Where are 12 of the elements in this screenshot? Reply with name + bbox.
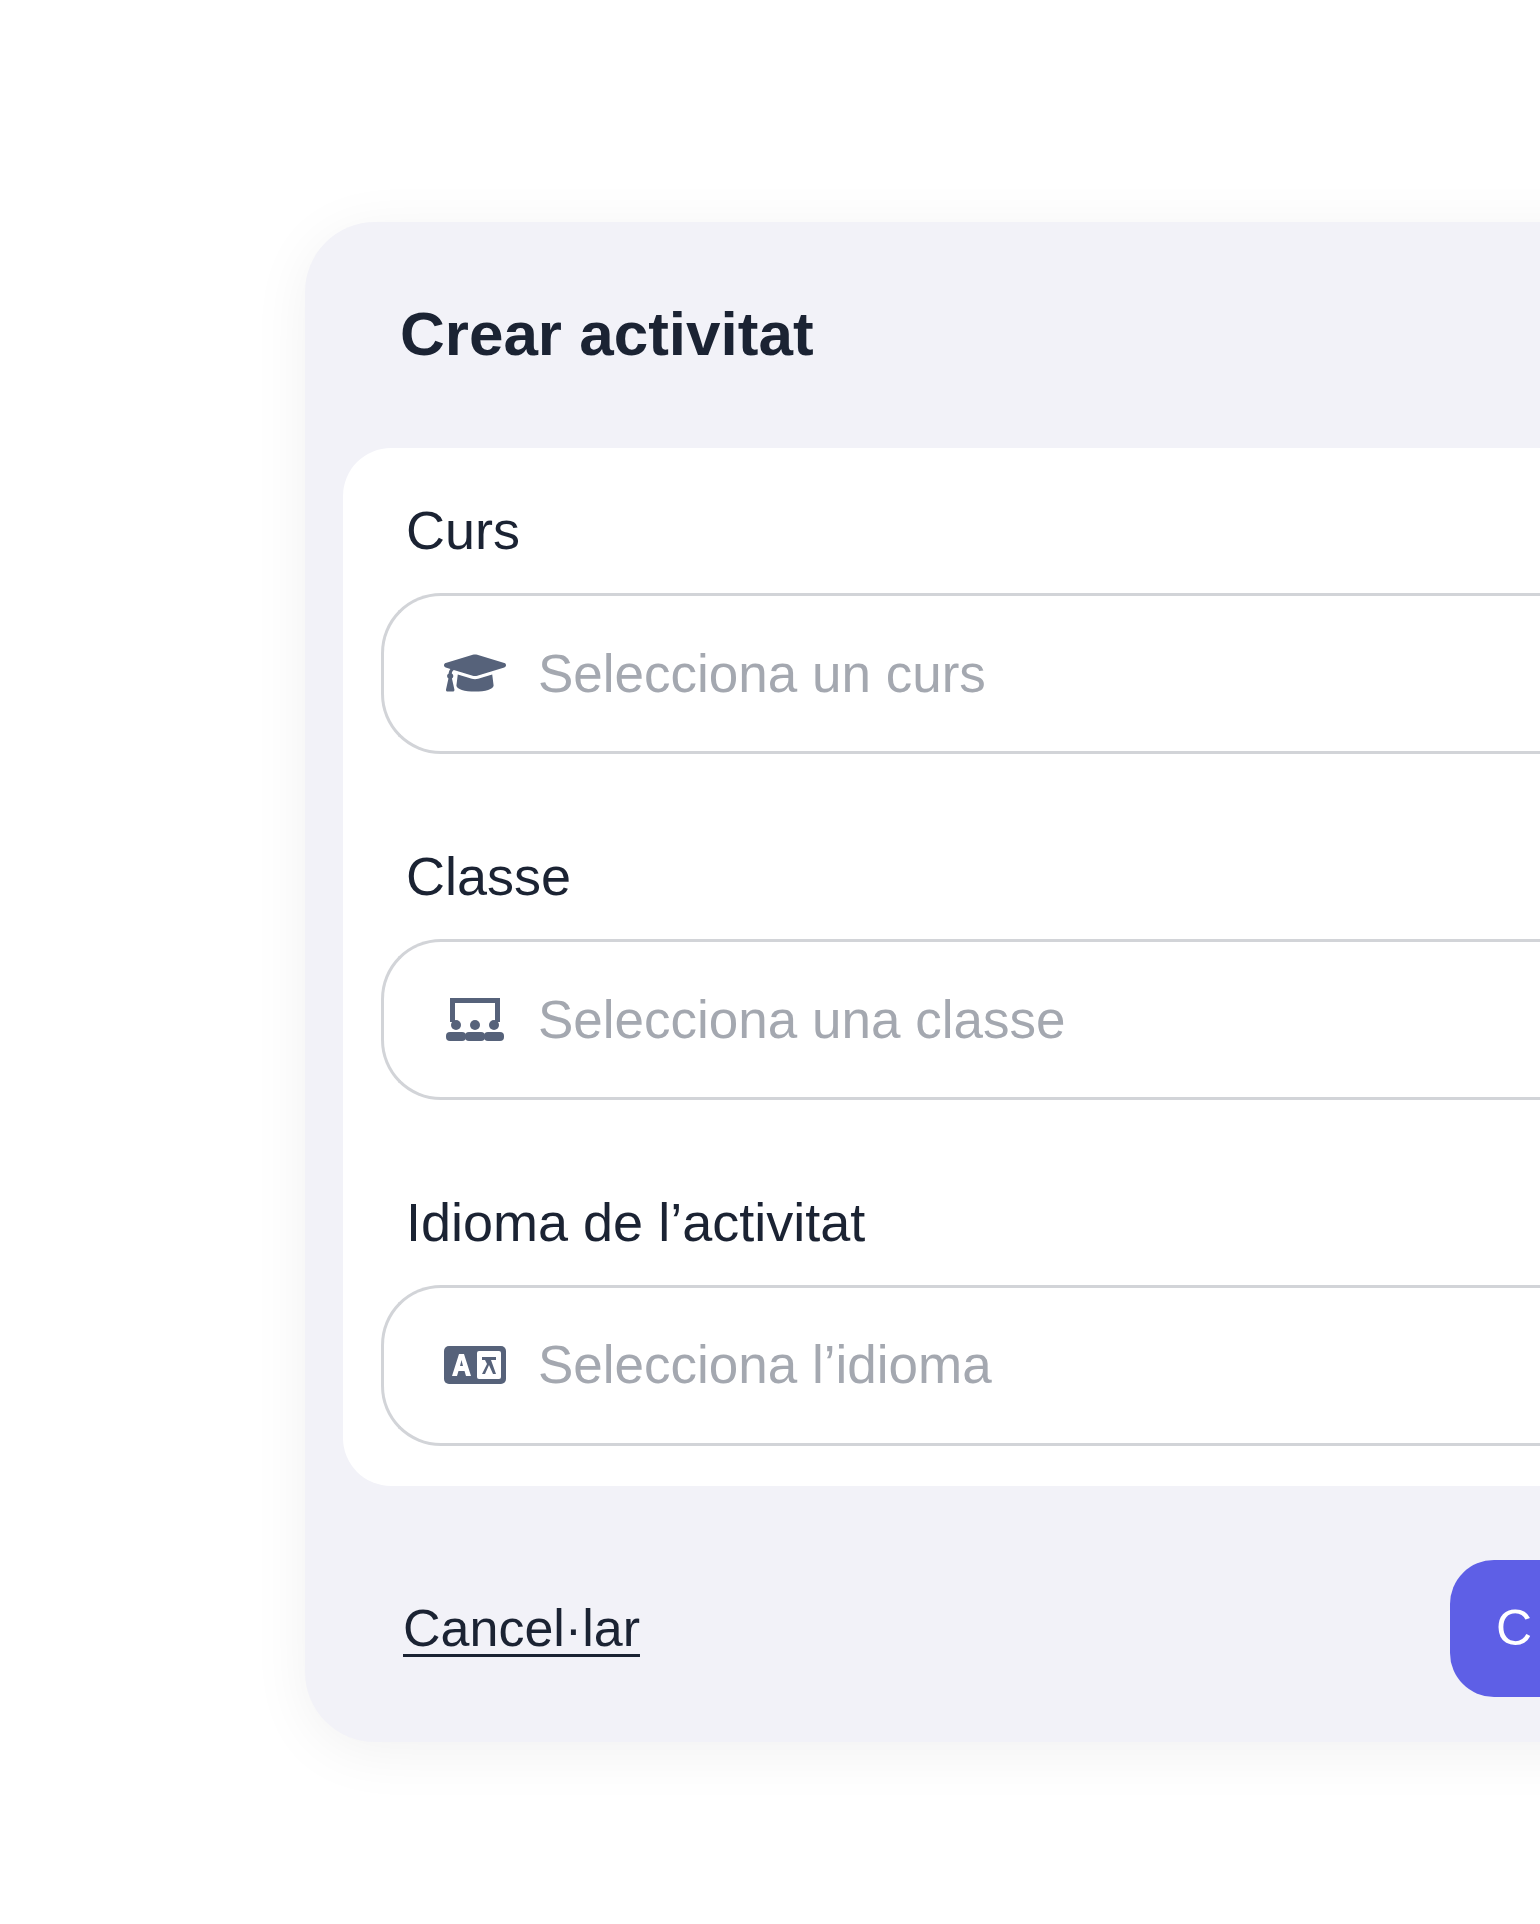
select-field[interactable]: Selecciona una classe xyxy=(381,938,1540,1100)
placeholder-text: Selecciona una classe xyxy=(538,988,1066,1051)
field-label: Classe xyxy=(406,845,573,908)
select-field[interactable]: Selecciona un curs xyxy=(381,593,1540,754)
cancel-link[interactable]: Cancel·lar xyxy=(403,1589,640,1668)
dialog-title: Crear activitat xyxy=(400,300,815,369)
field-label: Idioma de l’activitat xyxy=(406,1190,867,1254)
field-label: Curs xyxy=(406,499,521,563)
select-field[interactable]: Selecciona l’idioma xyxy=(381,1284,1540,1446)
placeholder-text: Selecciona un curs xyxy=(538,642,986,705)
confirm-button[interactable]: C xyxy=(1450,1559,1540,1697)
placeholder-text: Selecciona l’idioma xyxy=(538,1334,992,1397)
